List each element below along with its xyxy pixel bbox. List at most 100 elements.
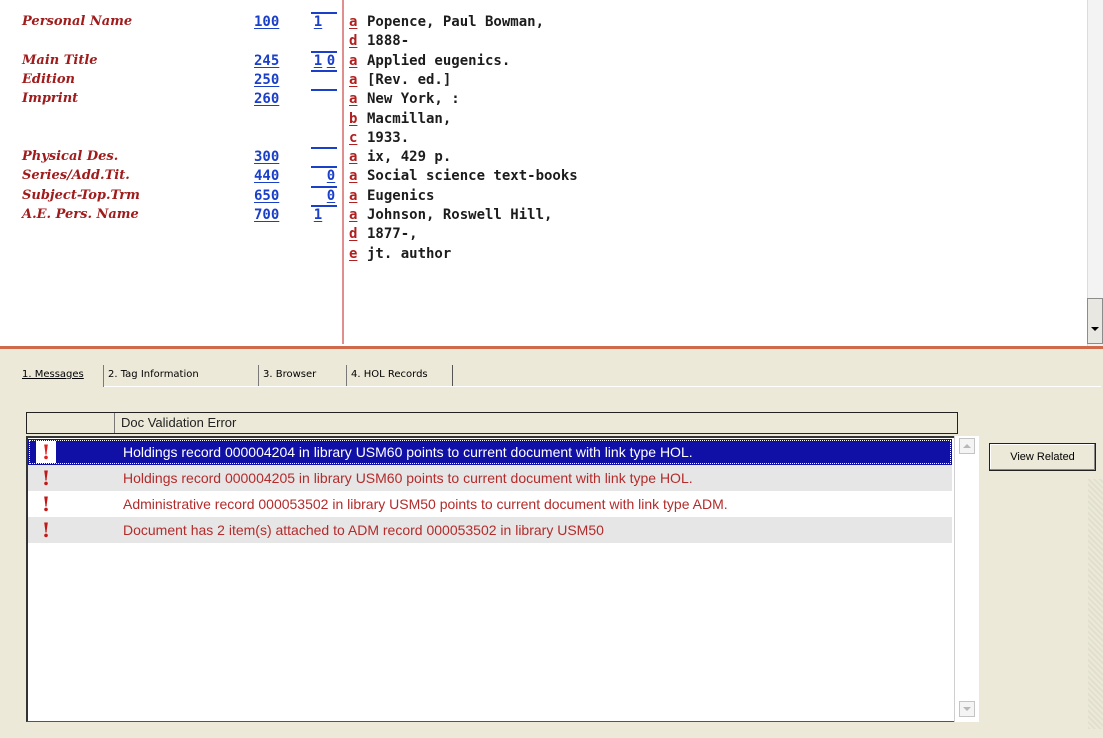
marc-field-row[interactable]: A.E. Pers. Name 700 1 a Johnson, Roswell Hil…: [0, 205, 1080, 225]
message-row[interactable]: ! Document has 2 item(s) attached to ADM …: [28, 517, 952, 543]
record-scrollbar[interactable]: [1087, 0, 1103, 346]
messages-scroll-down-button[interactable]: [959, 701, 975, 717]
marc-field-row[interactable]: Main Title 245 1 0 a Applied eugenics.: [0, 50, 1080, 71]
marc-subfield-row[interactable]: b Macmillan,: [0, 109, 1080, 129]
field-label: Edition: [22, 71, 76, 87]
field-label: A.E. Pers. Name: [22, 207, 139, 222]
subfield-code[interactable]: d: [349, 224, 362, 244]
subfield-code[interactable]: b: [349, 109, 362, 129]
exclamation-icon: !: [41, 466, 51, 490]
field-tag[interactable]: 650: [254, 186, 290, 206]
field-label: Personal Name: [22, 14, 133, 29]
subfield-value[interactable]: Macmillan,: [367, 109, 451, 129]
lower-pane: 1. Messages 2. Tag Information 3. Browse…: [0, 349, 1103, 738]
indicator-2[interactable]: 0: [325, 186, 337, 206]
subfield-rule: [342, 0, 344, 344]
indicator-underline: [311, 205, 337, 207]
field-tag[interactable]: 245: [254, 51, 290, 71]
subfield-code[interactable]: a: [349, 166, 362, 186]
subfield-code[interactable]: a: [349, 70, 362, 90]
message-text: Document has 2 item(s) attached to ADM r…: [123, 522, 604, 538]
view-related-label: View Related: [1010, 451, 1075, 463]
marc-field-row[interactable]: Personal Name 100 1 a Popence, Paul Bowman,: [0, 12, 1080, 32]
field-tag[interactable]: 250: [254, 70, 290, 90]
indicator-2[interactable]: 0: [325, 166, 337, 186]
subfield-value[interactable]: 1933.: [367, 128, 409, 148]
marc-field-row[interactable]: Series/Add.Tit. 440 0 a Social science text-…: [0, 166, 1080, 186]
field-tag[interactable]: 300: [254, 147, 290, 167]
field-label: Main Title: [22, 52, 98, 68]
subfield-value[interactable]: [Rev. ed.]: [367, 70, 451, 90]
tab-divider-line: [104, 386, 1101, 387]
subfield-code[interactable]: a: [349, 12, 362, 32]
subfield-value[interactable]: New York, :: [367, 89, 460, 109]
indicator-underline: [311, 89, 337, 92]
indicator-underline: [311, 50, 337, 53]
marc-subfield-row[interactable]: e jt. author: [0, 244, 1080, 264]
indicator-underline: [311, 12, 337, 14]
doc-validation-error-header[interactable]: Doc Validation Error: [121, 413, 236, 433]
subfield-code[interactable]: e: [349, 244, 362, 264]
message-text: Holdings record 000004205 in library USM…: [123, 470, 693, 486]
scroll-up-arrow-icon: [963, 444, 971, 448]
exclamation-icon: !: [41, 518, 51, 542]
field-label: Physical Des.: [22, 149, 119, 165]
marc-field-row[interactable]: Imprint 260 a New York, :: [0, 89, 1080, 109]
subfield-value[interactable]: Popence, Paul Bowman,: [367, 12, 544, 32]
field-label: Series/Add.Tit.: [22, 168, 130, 184]
subfield-code[interactable]: a: [349, 147, 362, 167]
tab-messages[interactable]: 1. Messages: [18, 365, 104, 387]
messages-scroll-up-button[interactable]: [959, 438, 975, 454]
scroll-down-arrow-icon: [1091, 327, 1099, 331]
view-related-button[interactable]: View Related: [989, 443, 1096, 471]
subfield-value[interactable]: Social science text-books: [367, 166, 578, 186]
field-tag[interactable]: 260: [254, 89, 290, 109]
indicator-1[interactable]: 1: [311, 205, 325, 225]
marc-field-row[interactable]: Physical Des. 300 a ix, 429 p.: [0, 147, 1080, 167]
marc-subfield-row[interactable]: c 1933.: [0, 128, 1080, 148]
subfield-code[interactable]: a: [349, 186, 362, 206]
indicator-underline: [311, 147, 337, 150]
side-panel-texture: [1088, 479, 1103, 729]
tab-tag-information[interactable]: 2. Tag Information: [104, 365, 259, 387]
marc-field-row[interactable]: Edition 250 a [Rev. ed.]: [0, 69, 1080, 90]
exclamation-icon: !: [36, 441, 56, 463]
exclamation-icon: !: [41, 492, 51, 516]
subfield-value[interactable]: jt. author: [367, 244, 451, 264]
indicator-2[interactable]: 0: [325, 51, 337, 71]
messages-scrollbar[interactable]: [954, 436, 979, 722]
subfield-value[interactable]: Applied eugenics.: [367, 51, 510, 71]
subfield-code[interactable]: a: [349, 89, 362, 109]
message-row[interactable]: ! Holdings record 000004205 in library US…: [28, 465, 952, 491]
subfield-value[interactable]: Eugenics: [367, 186, 434, 206]
subfield-code[interactable]: d: [349, 31, 362, 51]
message-row[interactable]: ! Holdings record 000004204 in library US…: [28, 439, 952, 465]
field-tag[interactable]: 700: [254, 205, 290, 225]
message-row[interactable]: ! Administrative record 000053502 in libr…: [28, 491, 952, 517]
messages-list: ! Holdings record 000004204 in library US…: [26, 436, 979, 722]
marc-field-row[interactable]: Subject-Top.Trm 650 0 a Eugenics: [0, 185, 1080, 206]
field-label: Subject-Top.Trm: [22, 187, 140, 203]
subfield-value[interactable]: 1877-,: [367, 224, 418, 244]
record-scroll-down-button[interactable]: [1087, 298, 1103, 344]
tab-hol-records[interactable]: 4. HOL Records: [347, 365, 453, 387]
subfield-code[interactable]: a: [349, 205, 362, 225]
field-tag[interactable]: 440: [254, 166, 290, 186]
marc-subfield-row[interactable]: d 1877-,: [0, 224, 1080, 244]
indicator-underline: [311, 69, 337, 72]
subfield-code[interactable]: a: [349, 51, 362, 71]
subfield-value[interactable]: Johnson, Roswell Hill,: [367, 205, 552, 225]
field-tag[interactable]: 100: [254, 12, 290, 32]
subfield-value[interactable]: 1888-: [367, 31, 409, 51]
indicator-underline: [311, 185, 337, 188]
tab-browser[interactable]: 3. Browser: [259, 365, 347, 387]
indicator-1[interactable]: 1: [311, 51, 325, 71]
marc-subfield-row[interactable]: d 1888-: [0, 31, 1080, 51]
subfield-code[interactable]: c: [349, 128, 362, 148]
marc-record-pane[interactable]: Personal Name 100 1 a Popence, Paul Bowman, d…: [0, 0, 1103, 350]
marc-record-body: Personal Name 100 1 a Popence, Paul Bowman, d…: [0, 0, 1087, 350]
subfield-value[interactable]: ix, 429 p.: [367, 147, 451, 167]
icon-column-header[interactable]: [27, 413, 115, 433]
indicator-1[interactable]: 1: [311, 12, 325, 32]
scroll-down-arrow-icon: [963, 707, 971, 711]
